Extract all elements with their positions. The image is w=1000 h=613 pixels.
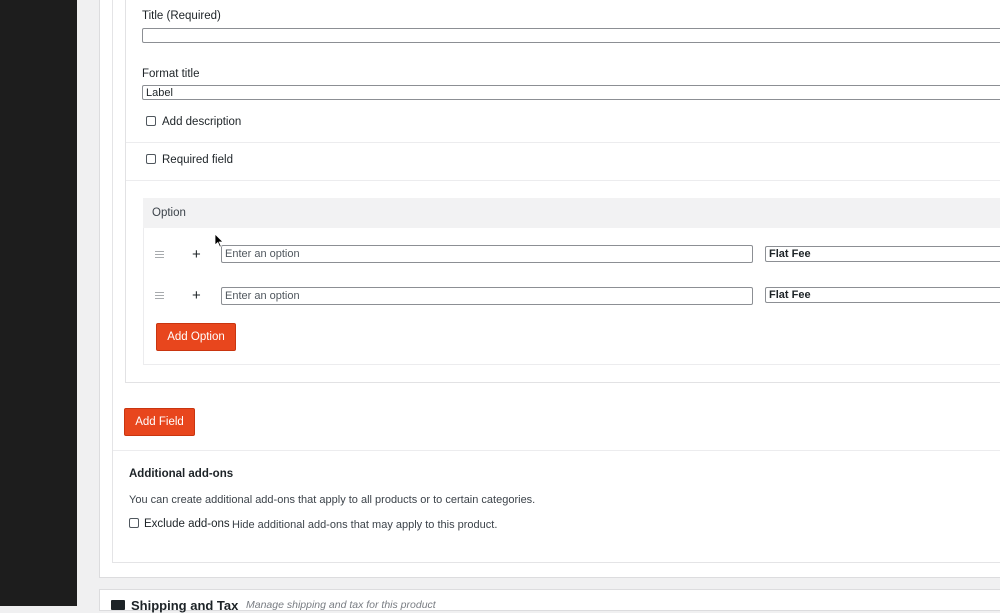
divider (113, 450, 1000, 451)
exclude-addons-label: Exclude add-ons (144, 518, 230, 530)
required-field-label: Required field (162, 154, 233, 166)
shipping-tax-subtitle: Manage shipping and tax for this product (246, 599, 436, 611)
divider (126, 180, 1000, 181)
fee-type-select[interactable]: Flat Fee (765, 287, 1000, 303)
add-description-checkbox[interactable] (146, 116, 156, 126)
format-title-input[interactable] (142, 85, 1000, 100)
drag-handle-icon[interactable] (155, 292, 164, 301)
mouse-cursor-icon (214, 233, 224, 248)
add-option-button[interactable]: Add Option (156, 323, 236, 351)
exclude-addons-checkbox[interactable] (129, 518, 139, 528)
option-input[interactable] (221, 287, 753, 305)
options-header (143, 198, 1000, 228)
divider (126, 142, 1000, 143)
admin-sidebar (0, 0, 77, 606)
option-input[interactable] (221, 245, 753, 263)
additional-addons-title: Additional add-ons (129, 468, 234, 480)
option-column-header: Option (152, 207, 186, 219)
fee-type-select[interactable]: Flat Fee (765, 246, 1000, 262)
truck-icon (111, 600, 125, 610)
required-field-checkbox[interactable] (146, 154, 156, 164)
exclude-addons-description: Hide additional add-ons that may apply t… (232, 519, 498, 531)
add-field-button[interactable]: Add Field (124, 408, 195, 436)
drag-handle-icon[interactable] (155, 251, 164, 260)
title-label: Title (Required) (142, 10, 221, 22)
format-title-label: Format title (142, 68, 200, 80)
title-input[interactable] (142, 28, 1000, 43)
additional-addons-description: You can create additional add-ons that a… (129, 494, 536, 506)
plus-icon[interactable]: + (192, 247, 201, 262)
plus-icon[interactable]: + (192, 288, 201, 303)
add-description-label: Add description (162, 116, 242, 128)
